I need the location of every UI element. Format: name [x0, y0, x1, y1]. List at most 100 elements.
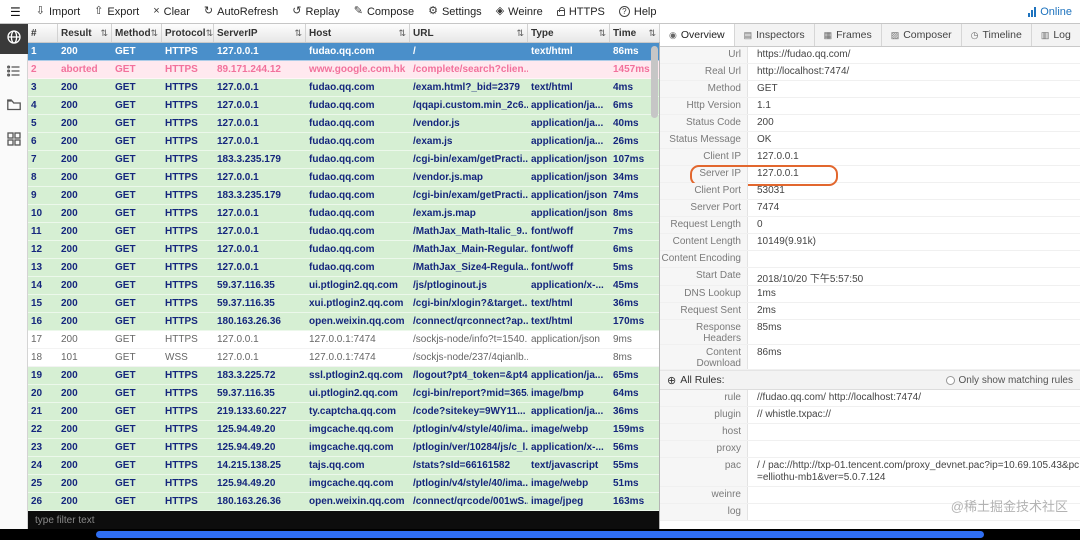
field-label: Response Headers: [660, 320, 748, 344]
table-row[interactable]: 1 200 GET HTTPS 127.0.0.1 fudao.qq.com / text/h…: [28, 43, 659, 61]
cell-id: 2: [31, 64, 37, 75]
column-header-url[interactable]: URL ⇅: [410, 24, 528, 42]
toolbar-https-button[interactable]: HTTPS: [550, 6, 612, 18]
overview-row-server-port: Server Port 7474: [660, 200, 1080, 217]
table-row[interactable]: 9 200 GET HTTPS 183.3.235.179 fudao.qq.com/cg…: [28, 187, 659, 205]
column-header-method[interactable]: Method ⇅: [112, 24, 162, 42]
table-row[interactable]: 13 200 GET HTTPS 127.0.0.1 fudao.qq.com/MathJ…: [28, 259, 659, 277]
sidebar-item-rules[interactable]: [0, 58, 28, 88]
cell-time: 5ms: [613, 262, 634, 273]
tab-label: Log: [1053, 29, 1071, 41]
cell-type: application/ja...: [531, 370, 604, 381]
overview-row-content-length: Content Length 10149(9.91k): [660, 234, 1080, 251]
table-row[interactable]: 6 200 GET HTTPS 127.0.0.1 fudao.qq.com/exam.j…: [28, 133, 659, 151]
table-row[interactable]: 17 200 GET HTTPS 127.0.0.1 127.0.0.1:7474/soc…: [28, 331, 659, 349]
cell-time: 8ms: [613, 208, 634, 219]
compose-icon: ✎: [353, 5, 363, 17]
toolbar-label: AutoRefresh: [217, 5, 279, 18]
only-matching-toggle[interactable]: Only show matching rules: [945, 375, 1073, 386]
cell-time: 65ms: [613, 370, 639, 381]
sidebar-item-values[interactable]: [0, 92, 28, 122]
cell-time: 8ms: [613, 352, 632, 363]
table-row[interactable]: 7 200 GET HTTPS 183.3.235.179 fudao.qq.com/cg…: [28, 151, 659, 169]
table-row[interactable]: 2 aborted GET HTTPS 89.171.244.12 www.google.…: [28, 61, 659, 79]
cell-result: 200: [61, 388, 78, 399]
toolbar-settings-button[interactable]: ⚙ Settings: [421, 6, 489, 18]
table-row[interactable]: 26 200 GET HTTPS 180.163.26.36 open.weixin.qq…: [28, 493, 659, 511]
cell-id: 17: [31, 334, 43, 345]
overview-row-request-sent: Request Sent 2ms: [660, 303, 1080, 320]
cell-url: /exam.js.map: [413, 208, 476, 219]
cell-time: 74ms: [613, 190, 639, 201]
tab-frames[interactable]: ▦ Frames: [815, 24, 882, 46]
table-row[interactable]: 14 200 GET HTTPS 59.37.116.35 ui.ptlogin2.qq.…: [28, 277, 659, 295]
cell-id: 11: [31, 226, 42, 237]
cell-url: /exam.js: [413, 136, 453, 147]
expand-icon[interactable]: ⊕: [667, 374, 676, 387]
toolbar-replay-button[interactable]: ↺ Replay: [285, 6, 346, 18]
cell-id: 10: [31, 208, 43, 219]
column-header-host[interactable]: Host ⇅: [306, 24, 410, 42]
cell-host: fudao.qq.com: [309, 190, 375, 201]
tab-log[interactable]: ▥ Log: [1032, 24, 1080, 46]
toolbar-import-button[interactable]: ⇩ Import: [29, 6, 87, 18]
toolbar-clear-button[interactable]: × Clear: [146, 6, 197, 18]
toolbar-export-button[interactable]: ⇧ Export: [87, 6, 146, 18]
cell-method: GET: [115, 280, 136, 291]
cell-time: 36ms: [613, 298, 639, 309]
cell-server_ip: 127.0.0.1: [217, 226, 259, 237]
cell-method: GET: [115, 334, 136, 345]
table-row[interactable]: 12 200 GET HTTPS 127.0.0.1 fudao.qq.com/MathJ…: [28, 241, 659, 259]
overview-row-real-url: Real Url http://localhost:7474/: [660, 64, 1080, 81]
table-row[interactable]: 21 200 GET HTTPS 219.133.60.227 ty.captcha.qq…: [28, 403, 659, 421]
table-scrollbar[interactable]: [651, 46, 658, 118]
column-header-[interactable]: #: [28, 24, 58, 42]
cell-method: GET: [115, 406, 136, 417]
cell-type: image/webp: [531, 424, 589, 435]
table-row[interactable]: 19 200 GET HTTPS 183.3.225.72 ssl.ptlogin2.qq…: [28, 367, 659, 385]
table-row[interactable]: 23 200 GET HTTPS 125.94.49.20 imgcache.qq.com…: [28, 439, 659, 457]
table-row[interactable]: 5 200 GET HTTPS 127.0.0.1 fudao.qq.com/vendor…: [28, 115, 659, 133]
table-row[interactable]: 3 200 GET HTTPS 127.0.0.1 fudao.qq.com/exam.h…: [28, 79, 659, 97]
column-header-time[interactable]: Time ⇅: [610, 24, 660, 42]
cell-protocol: HTTPS: [165, 460, 198, 471]
table-row[interactable]: 25 200 GET HTTPS 125.94.49.20 imgcache.qq.com…: [28, 475, 659, 493]
cell-method: GET: [115, 496, 136, 507]
toolbar-help-button[interactable]: ? Help: [612, 6, 664, 18]
table-row[interactable]: 22 200 GET HTTPS 125.94.49.20 imgcache.qq.com…: [28, 421, 659, 439]
settings-icon: ⚙: [428, 5, 438, 17]
table-row[interactable]: 15 200 GET HTTPS 59.37.116.35 xui.ptlogin2.qq…: [28, 295, 659, 313]
column-header-result[interactable]: Result ⇅: [58, 24, 112, 42]
field-value: // whistle.txpac://: [757, 409, 831, 420]
toolbar-compose-button[interactable]: ✎ Compose: [347, 6, 421, 18]
tab-timeline[interactable]: ◷ Timeline: [962, 24, 1032, 46]
sidebar-item-plugins[interactable]: [0, 126, 28, 156]
tab-inspectors[interactable]: ▤ Inspectors: [735, 24, 815, 46]
toolbar-label: Clear: [163, 5, 190, 18]
online-status[interactable]: Online: [1028, 6, 1072, 18]
column-header-protocol[interactable]: Protocol ⇅: [162, 24, 214, 42]
table-row[interactable]: 20 200 GET HTTPS 59.37.116.35 ui.ptlogin2.qq.…: [28, 385, 659, 403]
cell-url: /ptlogin/ver/10284/js/c_l...: [413, 442, 528, 453]
table-row[interactable]: 4 200 GET HTTPS 127.0.0.1 fudao.qq.com/qqapi.…: [28, 97, 659, 115]
column-header-serverip[interactable]: ServerIP ⇅: [214, 24, 306, 42]
menu-icon[interactable]: ☰: [10, 5, 21, 19]
table-row[interactable]: 16 200 GET HTTPS 180.163.26.36 open.weixin.qq…: [28, 313, 659, 331]
column-label: Result: [61, 27, 92, 39]
filter-input[interactable]: [28, 511, 659, 529]
table-row[interactable]: 24 200 GET HTTPS 14.215.138.25 tajs.qq.com/st…: [28, 457, 659, 475]
sidebar-item-network[interactable]: [0, 24, 28, 54]
table-row[interactable]: 8 200 GET HTTPS 127.0.0.1 fudao.qq.com/vendor…: [28, 169, 659, 187]
table-row[interactable]: 11 200 GET HTTPS 127.0.0.1 fudao.qq.com/MathJ…: [28, 223, 659, 241]
cell-protocol: HTTPS: [165, 190, 198, 201]
toolbar-weinre-button[interactable]: ◈ Weinre: [489, 6, 550, 18]
column-header-type[interactable]: Type ⇅: [528, 24, 610, 42]
table-row[interactable]: 18 101 GET WSS 127.0.0.1 127.0.0.1:7474/sockj…: [28, 349, 659, 367]
tab-composer[interactable]: ▨ Composer: [882, 24, 962, 46]
tab-overview[interactable]: ◉ Overview: [660, 24, 735, 46]
table-row[interactable]: 10 200 GET HTTPS 127.0.0.1 fudao.qq.com/exam.…: [28, 205, 659, 223]
cell-protocol: HTTPS: [165, 442, 198, 453]
toolbar-autorefresh-button[interactable]: ↻ AutoRefresh: [197, 6, 285, 18]
rule-row-rule: rule //fudao.qq.com/ http://localhost:747…: [660, 390, 1080, 407]
cell-url: /exam.html?_bid=2379: [413, 82, 520, 93]
